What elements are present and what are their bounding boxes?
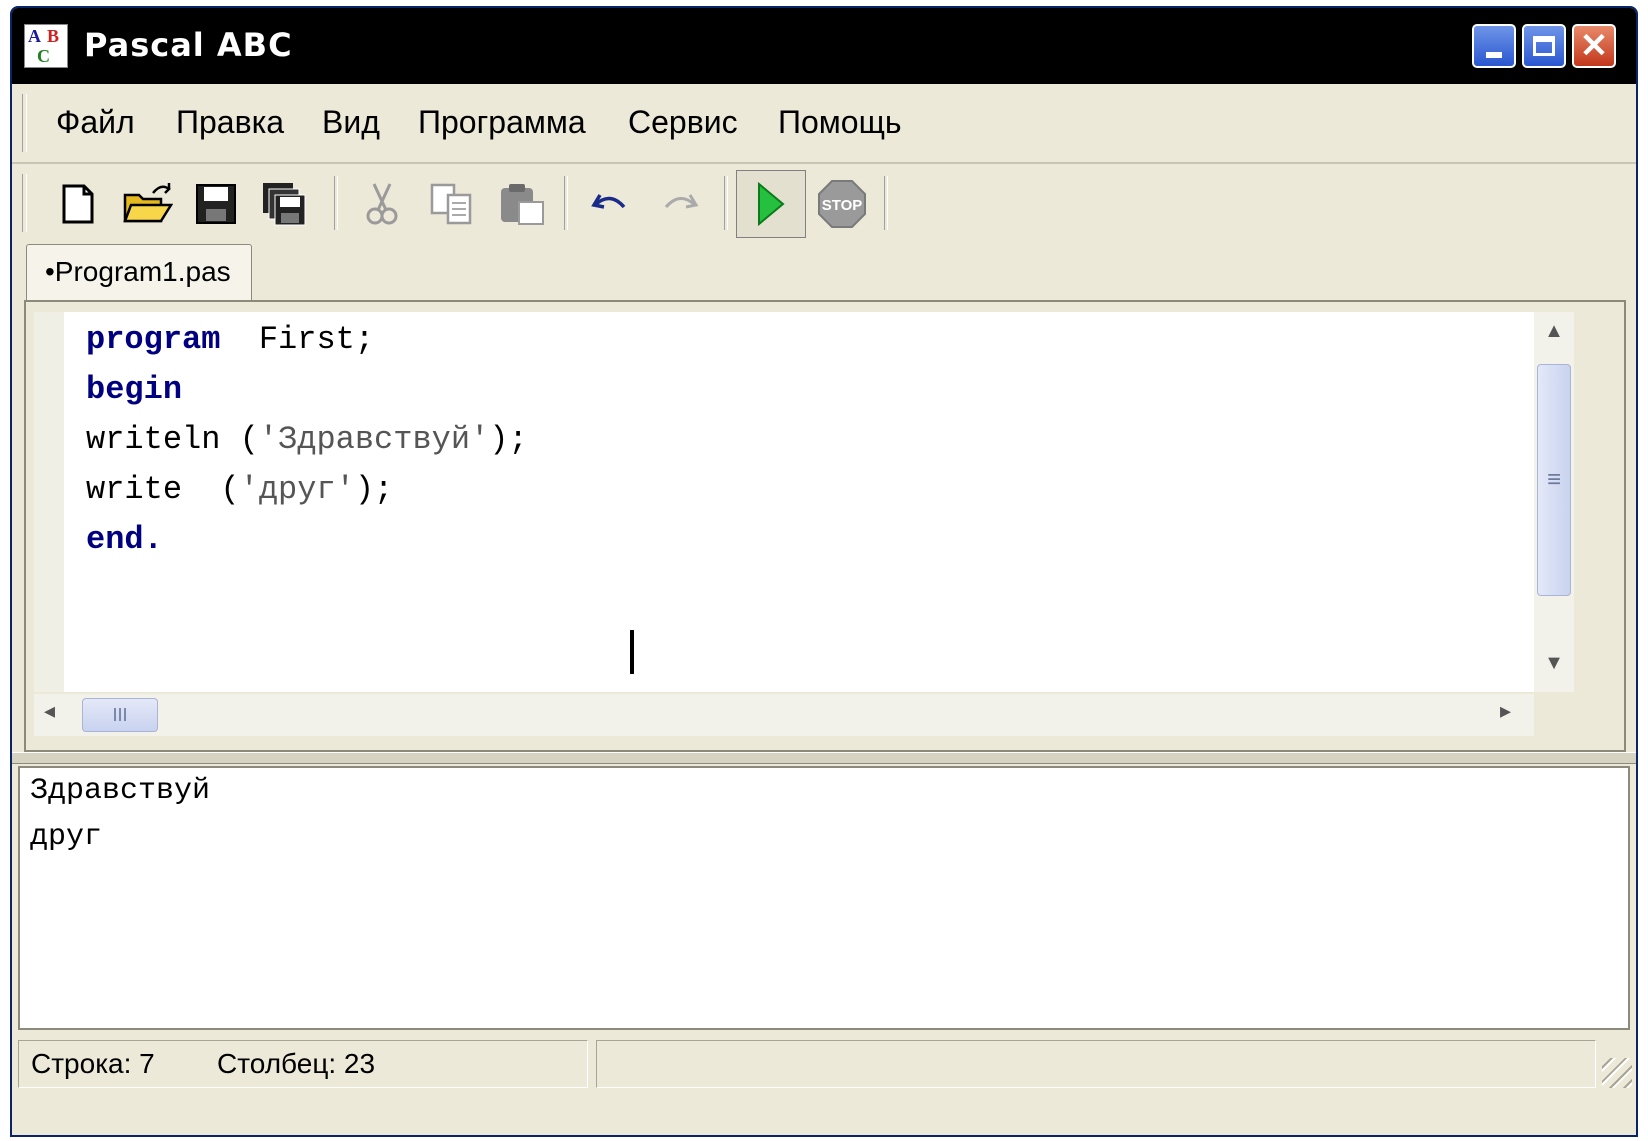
open-file-button[interactable]	[118, 174, 178, 234]
pascal-abc-app-icon: A B C	[24, 24, 68, 68]
vertical-scrollbar[interactable]: ▲ ≡ ▼	[1534, 312, 1574, 692]
menu-file[interactable]: Файл	[56, 104, 135, 141]
title-bar[interactable]: A B C Pascal ABC ✕	[12, 8, 1636, 84]
code-line-5: end.	[86, 522, 163, 558]
scroll-down-arrow-icon[interactable]: ▼	[1534, 652, 1574, 675]
stop-button[interactable]: STOP	[812, 174, 872, 234]
editor-gutter	[34, 312, 64, 692]
open-folder-icon	[123, 183, 173, 223]
status-column: Столбец: 23	[217, 1048, 376, 1079]
app-icon-letter-c: C	[37, 46, 50, 66]
code-text: );	[354, 471, 394, 508]
maximize-button[interactable]	[1522, 24, 1566, 68]
toolbar-separator	[724, 176, 728, 230]
menu-bar: Файл Правка Вид Программа Сервис Помощь	[12, 84, 1636, 164]
scroll-left-arrow-icon[interactable]: ◂	[44, 698, 55, 724]
code-text: First;	[220, 321, 375, 358]
status-line: Строка: 7	[31, 1048, 155, 1079]
tab-strip: •Program1.pas	[12, 244, 1636, 300]
status-info-panel	[596, 1040, 1596, 1088]
toolbar-separator	[884, 176, 888, 230]
stop-icon: STOP	[818, 180, 866, 228]
toolbar-separator	[334, 176, 338, 230]
copy-button[interactable]	[422, 174, 482, 234]
code-editor[interactable]: program First; begin writeln ('Здравству…	[64, 312, 1534, 692]
code-line-4: write ('друг');	[86, 472, 393, 508]
main-window: A B C Pascal ABC ✕ Файл Правка Вид Прогр…	[10, 6, 1638, 1137]
code-text: );	[489, 421, 528, 458]
menu-help[interactable]: Помощь	[778, 104, 902, 141]
save-button[interactable]	[186, 174, 246, 234]
new-file-icon	[62, 184, 94, 224]
code-line-2: begin	[86, 372, 182, 408]
paste-button[interactable]	[492, 174, 552, 234]
play-icon	[758, 182, 785, 226]
output-line-2: друг	[30, 820, 103, 854]
new-file-button[interactable]	[48, 174, 108, 234]
run-button[interactable]	[736, 170, 806, 238]
minimize-button[interactable]	[1472, 24, 1516, 68]
app-icon-letter-a: A	[28, 26, 41, 46]
toolbar-grip[interactable]	[22, 174, 27, 232]
menu-view[interactable]: Вид	[322, 104, 380, 141]
redo-icon	[664, 194, 699, 209]
tab-program1[interactable]: •Program1.pas	[26, 244, 252, 300]
output-line-1: Здравствуй	[30, 774, 211, 808]
code-text: .	[143, 521, 163, 558]
paste-icon	[501, 184, 544, 225]
stop-icon-label: STOP	[822, 197, 863, 214]
toolbar: STOP	[12, 164, 1636, 242]
resize-grip-icon[interactable]	[1602, 1058, 1632, 1088]
redo-button[interactable]	[650, 174, 710, 234]
undo-button[interactable]	[580, 174, 640, 234]
window-title: Pascal ABC	[84, 26, 293, 64]
menu-bar-grip[interactable]	[22, 94, 27, 152]
code-line-1: program First;	[86, 322, 374, 358]
code-string: 'друг'	[239, 471, 355, 508]
code-keyword: begin	[86, 371, 183, 408]
code-line-3: writeln ('Здравствуй');	[86, 422, 528, 458]
minimize-icon	[1486, 52, 1502, 58]
horizontal-scroll-thumb[interactable]: III	[82, 698, 158, 732]
horizontal-scrollbar[interactable]: ◂ III ▸	[34, 694, 1534, 736]
menu-service[interactable]: Сервис	[628, 104, 738, 141]
status-position-panel: Строка: 7 Столбец: 23	[18, 1040, 588, 1088]
text-caret	[630, 630, 634, 674]
status-bar: Строка: 7 Столбец: 23	[12, 1034, 1636, 1094]
code-text: writeln (	[86, 421, 259, 458]
code-keyword: end	[86, 521, 144, 558]
save-icon	[196, 184, 236, 224]
editor-frame: program First; begin writeln ('Здравству…	[24, 300, 1626, 752]
save-all-button[interactable]	[254, 174, 314, 234]
pane-splitter[interactable]	[12, 752, 1636, 764]
maximize-icon	[1533, 36, 1555, 56]
save-all-icon	[263, 183, 306, 226]
output-pane[interactable]: Здравствуй друг	[18, 766, 1630, 1030]
scroll-up-arrow-icon[interactable]: ▲	[1534, 320, 1574, 343]
copy-icon	[430, 183, 472, 225]
code-text: write (	[86, 471, 240, 508]
close-icon: ✕	[1579, 27, 1609, 65]
close-button[interactable]: ✕	[1572, 24, 1616, 68]
undo-icon	[591, 194, 626, 209]
scroll-right-arrow-icon[interactable]: ▸	[1500, 698, 1511, 724]
toolbar-separator	[564, 176, 568, 230]
app-icon-letter-b: B	[47, 26, 60, 46]
scissors-icon	[366, 183, 398, 225]
menu-program[interactable]: Программа	[418, 104, 586, 141]
menu-edit[interactable]: Правка	[176, 104, 284, 141]
code-string: 'Здравствуй'	[258, 421, 490, 458]
vertical-scroll-thumb[interactable]: ≡	[1537, 364, 1571, 596]
code-keyword: program	[86, 321, 221, 358]
cut-button[interactable]	[352, 174, 412, 234]
